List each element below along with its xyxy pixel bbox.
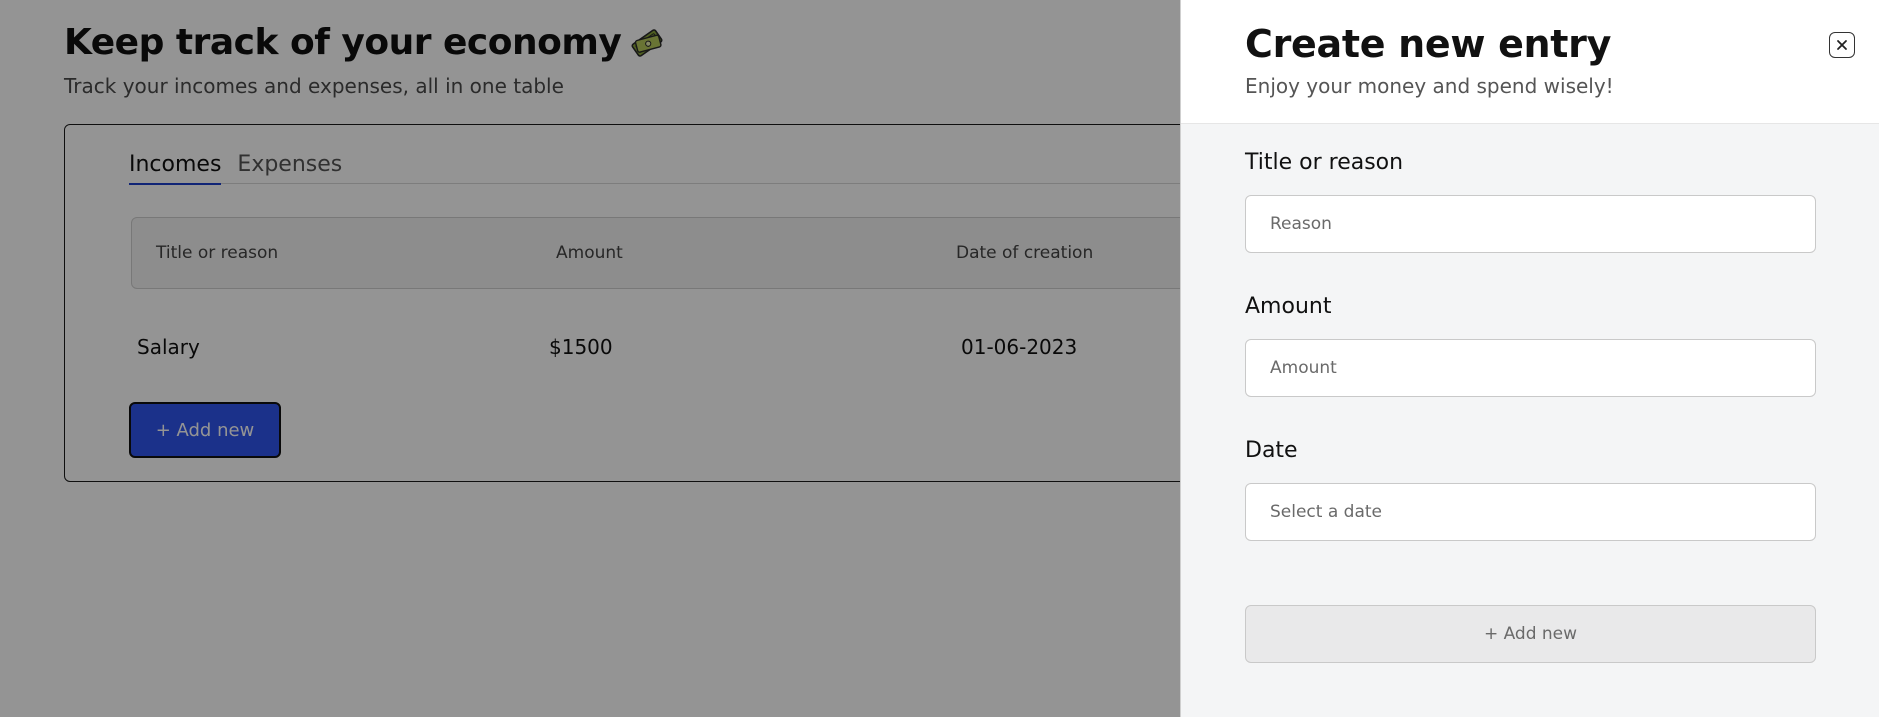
submit-add-new-button[interactable]: + Add new [1245,605,1816,663]
title-field-label: Title or reason [1245,150,1404,175]
date-field-label: Date [1245,438,1298,463]
drawer-title: Create new entry [1245,22,1612,66]
amount-field-label: Amount [1245,294,1332,319]
close-button[interactable] [1829,32,1855,58]
amount-input[interactable] [1245,339,1816,397]
date-input[interactable] [1245,483,1816,541]
title-input[interactable] [1245,195,1816,253]
drawer-subtitle: Enjoy your money and spend wisely! [1245,74,1614,98]
close-icon [1837,40,1847,50]
create-entry-drawer: Create new entry Enjoy your money and sp… [1180,0,1879,717]
drawer-header: Create new entry Enjoy your money and sp… [1181,0,1879,124]
